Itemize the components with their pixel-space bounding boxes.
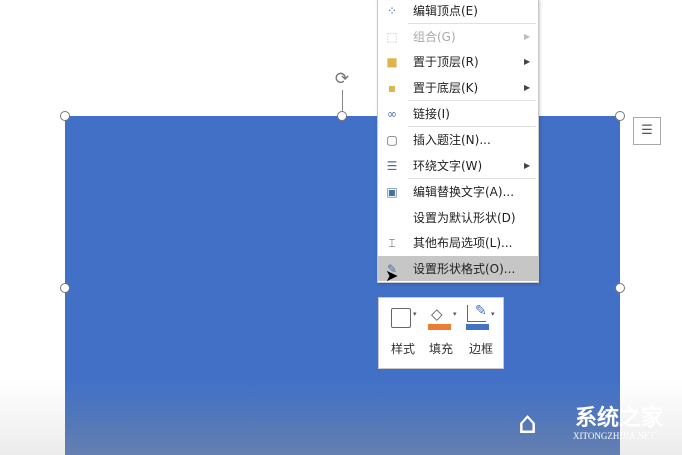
- outline-button[interactable]: ✎ ▾ 边框: [463, 303, 499, 362]
- menu-item-link[interactable]: ∞ 链接(I): [378, 101, 538, 126]
- resize-handle-left[interactable]: [60, 283, 70, 293]
- menu-item-wrap-text[interactable]: ☰ 环绕文字(W) ▶: [378, 153, 538, 178]
- bring-to-front-icon: ■: [386, 54, 398, 69]
- submenu-arrow-icon: ▶: [524, 57, 531, 66]
- menu-item-insert-caption[interactable]: ▢ 插入题注(N)...: [378, 127, 538, 152]
- context-menu: ⁘ 编辑顶点(E) ⬚ 组合(G) ▶ ■ 置于顶层(R) ▶ ▪ 置于底层(K) ▶ ∞ 链接…: [377, 0, 539, 283]
- fill-bucket-icon: ◇ ▾: [423, 304, 459, 330]
- link-icon: ∞: [387, 106, 397, 121]
- watermark-logo: ⌂ 系统之家 XITONGZHIJIA.NET: [518, 406, 664, 441]
- wrap-text-icon: ☰: [386, 158, 398, 173]
- rotate-handle-icon[interactable]: ⟳: [333, 70, 351, 88]
- insert-caption-icon: ▢: [386, 132, 398, 147]
- menu-item-send-to-back[interactable]: ▪ 置于底层(K) ▶: [378, 75, 538, 100]
- edit-points-icon: ⁘: [386, 3, 398, 18]
- send-to-back-icon: ▪: [387, 80, 397, 95]
- menu-item-format-shape[interactable]: ✎ 设置形状格式(O)...: [378, 256, 538, 281]
- menu-item-alt-text[interactable]: ▣ 编辑替换文字(A)...: [378, 179, 538, 204]
- resize-handle-right[interactable]: [615, 283, 625, 293]
- submenu-arrow-icon: ▶: [524, 161, 531, 170]
- resize-handle-top[interactable]: [337, 111, 347, 121]
- layout-options-icon: ⌶: [388, 235, 396, 250]
- menu-item-set-default-shape[interactable]: 设置为默认形状(D): [378, 205, 538, 230]
- fill-button[interactable]: ◇ ▾ 填充: [423, 304, 459, 362]
- menu-item-group[interactable]: ⬚ 组合(G) ▶: [378, 24, 538, 49]
- shape-style-icon: ▾: [385, 304, 421, 330]
- alt-text-icon: ▣: [386, 184, 398, 199]
- submenu-arrow-icon: ▶: [524, 83, 531, 92]
- layout-options-button[interactable]: ☰: [633, 117, 661, 145]
- house-logo-icon: ⌂: [518, 406, 538, 441]
- menu-item-bring-to-front[interactable]: ■ 置于顶层(R) ▶: [378, 49, 538, 74]
- submenu-arrow-icon: ▶: [524, 32, 531, 41]
- resize-handle-top-left[interactable]: [60, 111, 70, 121]
- group-icon: ⬚: [386, 29, 398, 44]
- mini-toolbar: ▾ 样式 ◇ ▾ 填充 ✎ ▾ 边框: [378, 297, 504, 369]
- menu-item-edit-points[interactable]: ⁘ 编辑顶点(E): [378, 0, 538, 23]
- outline-pen-icon: ✎ ▾: [463, 303, 499, 330]
- style-button[interactable]: ▾ 样式: [385, 304, 421, 362]
- wrap-text-icon: ☰: [641, 123, 653, 138]
- resize-handle-top-right[interactable]: [615, 111, 625, 121]
- menu-item-more-layout-options[interactable]: ⌶ 其他布局选项(L)...: [378, 230, 538, 255]
- mouse-cursor-icon: ➤: [385, 266, 399, 285]
